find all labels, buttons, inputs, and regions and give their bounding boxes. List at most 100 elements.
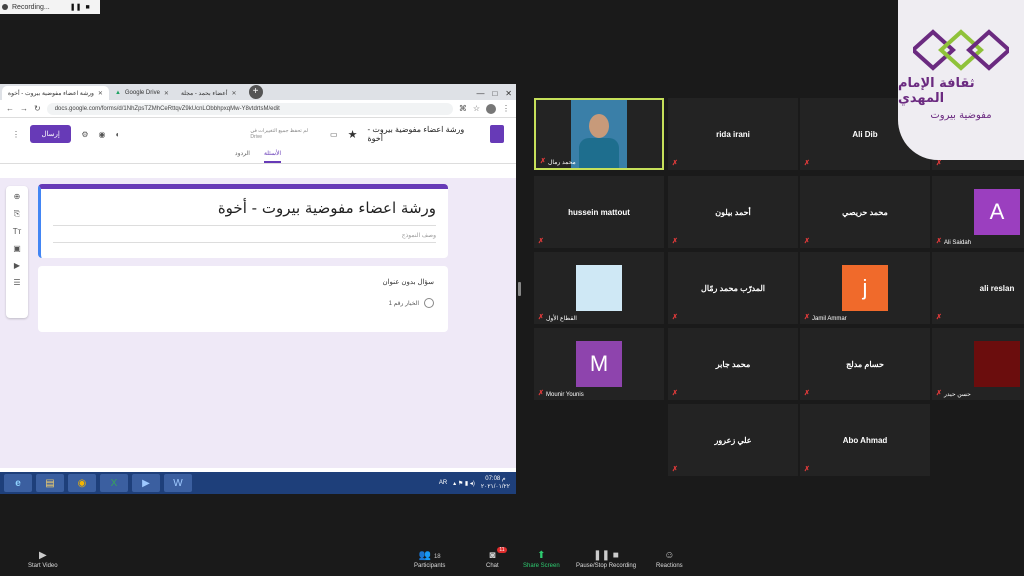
close-window-icon[interactable]: ✕ [505,89,512,98]
participant-avatar: j [842,265,888,311]
participant-name: محمد رمال [548,160,576,166]
import-questions-icon[interactable]: ⎘ [14,209,20,219]
menu-dots-icon[interactable]: ⋮ [502,104,510,113]
reload-icon[interactable]: ↻ [34,104,41,113]
participant-name: hussein mattout [568,207,630,217]
share-screen-button[interactable]: ⬆ Share Screen [523,550,560,569]
participants-button[interactable]: 👥 18 Participants [414,550,445,569]
maximize-icon[interactable]: □ [492,89,497,98]
participant-tile[interactable]: Abo Ahmad ✗ [800,404,930,476]
close-icon[interactable]: ✕ [164,90,169,97]
participant-name: محمد جابر [715,359,751,369]
clock[interactable]: 07:08 م ٢٠٢١/٠١/٢٢ [481,475,510,491]
participant-tile[interactable]: j ✗ Jamil Ammar [800,252,930,324]
close-icon[interactable]: ✕ [232,90,237,97]
form-title-card: ورشة اعضاء مفوضية بيروت - أخوة وصف النمو… [38,184,448,258]
ie-icon[interactable]: e [4,474,32,492]
close-icon[interactable]: ✕ [98,90,103,97]
muted-mic-icon: ✗ [540,158,546,165]
add-image-icon[interactable]: ▣ [13,244,21,253]
participant-avatar: A [974,189,1020,235]
browser-tab[interactable]: ▲ Google Drive ✕ [109,86,175,100]
add-title-icon[interactable]: Tт [13,227,22,236]
participant-tile[interactable]: hussein mattout ✗ [534,176,664,248]
pause-label: Pause/Stop Recording [576,563,637,569]
pause-stop-recording-button[interactable]: ❚❚ ■ Pause/Stop Recording [576,550,636,569]
file-explorer-icon[interactable]: ▤ [36,474,64,492]
add-section-icon[interactable]: ☰ [13,278,20,287]
participant-tile[interactable]: علي زعرور ✗ [668,404,798,476]
question-card: سؤال بدون عنوان الخيار رقم 1 [38,266,448,332]
forward-icon[interactable]: → [20,104,28,113]
form-title[interactable]: ورشة اعضاء مفوضية بيروت - أخوة [53,199,436,226]
start-video-label: Start Video [28,563,58,569]
logo-line-1: ثقافة الإمام المهدي [898,76,975,106]
add-question-icon[interactable]: ⊕ [14,192,21,201]
participant-name: Jamil Ammar [812,316,847,322]
muted-mic-icon: ✗ [936,390,942,397]
stop-recording-icon[interactable]: ■ [85,4,89,11]
google-drive-icon: ▲ [114,90,121,96]
reactions-button[interactable]: ☺ Reactions [656,550,683,569]
participant-tile[interactable]: أحمد بيلون ✗ [668,176,798,248]
participant-tile[interactable]: ✗ حسن حيدر [932,328,1024,400]
zoom-toolbar: ▶ Start Video 👥 18 Participants ◙ 11 Chat… [0,546,1024,576]
bookmark-star-icon[interactable]: ☆ [473,104,480,113]
language-indicator[interactable]: AR [439,480,447,486]
participant-name: Ali Dib [852,129,878,139]
form-doc-title[interactable]: ورشة اعضاء مفوضية بيروت - أخوة [367,125,480,143]
participant-tile[interactable]: A ✗ Ali Saidah [932,176,1024,248]
new-tab-button[interactable]: + [248,85,263,99]
star-icon[interactable]: ★ [348,128,358,141]
add-video-icon[interactable]: ▶ [14,261,20,270]
participant-tile[interactable]: المدرّب محمد رمّال ✗ [668,252,798,324]
clock-date: ٢٠٢١/٠١/٢٢ [480,484,510,490]
tab-responses[interactable]: الردود [235,150,250,163]
reactions-label: Reactions [656,563,683,569]
zoom-app-icon[interactable]: ▶ [132,474,160,492]
participant-tile[interactable]: محمد جابر ✗ [668,328,798,400]
participant-name: Ali Saidah [944,240,972,246]
minimize-icon[interactable]: — [476,89,484,98]
participant-tile[interactable]: rida irani ✗ [668,98,798,170]
google-forms-icon [490,125,504,143]
participant-name: حسام مدلج [846,359,884,369]
participant-tile[interactable]: حسام مدلج ✗ [800,328,930,400]
participant-tile[interactable]: ✗ القطاع الأول [534,252,664,324]
recording-bar: Recording... ❚❚ ■ [0,0,100,14]
radio-icon[interactable] [424,298,434,308]
splitter-handle[interactable] [518,282,521,296]
pause-recording-icon[interactable]: ❚❚ [70,3,82,11]
participant-name: ali reslan [979,283,1015,293]
form-description-field[interactable]: وصف النموذج [53,232,436,243]
back-icon[interactable]: ← [6,104,14,113]
profile-avatar[interactable] [486,103,496,114]
question-title[interactable]: سؤال بدون عنوان [52,278,434,286]
tab-questions[interactable]: الأسئلة [263,150,282,163]
translate-icon[interactable]: ⌘ [459,104,467,113]
chrome-icon[interactable]: ◉ [68,474,96,492]
url-field[interactable]: docs.google.com/forms/d/1NhZpsTZMhCeRttq… [46,102,453,115]
organization-logo: ثقافة الإمام المهدي مفوضية بيروت [898,0,1024,160]
participant-tile[interactable]: محمد حريصي ✗ [800,176,930,248]
preview-eye-icon[interactable]: ◉ [99,130,106,139]
palette-icon[interactable]: ◐ [116,130,121,139]
participant-name: علي زعرور [714,435,752,445]
participant-tile[interactable]: M ✗ Mounir Younis [534,328,664,400]
word-icon[interactable]: W [164,474,192,492]
excel-icon[interactable]: X [100,474,128,492]
settings-gear-icon[interactable]: ⚙ [81,130,88,139]
send-button[interactable]: إرسال [30,125,72,143]
folder-icon[interactable]: ▭ [330,130,338,139]
option-label[interactable]: الخيار رقم 1 [389,300,419,307]
muted-mic-icon: ✗ [936,314,942,321]
recording-label: Recording... [12,3,50,11]
more-options-icon[interactable]: ⋮ [12,130,20,139]
tray-icons[interactable]: ▴ ⚑ ▮ ◂) [453,480,475,487]
participant-tile[interactable]: ali reslan ✗ [932,252,1024,324]
chat-button[interactable]: ◙ 11 Chat [486,547,507,569]
browser-tab[interactable]: أعضاء بحمد - مجلة ✕ [175,86,243,100]
browser-tab[interactable]: ورشة اعضاء مفوضية بيروت - أخوة ✕ [2,86,109,100]
participant-tile[interactable]: ✗ محمد رمال [534,98,664,170]
start-video-button[interactable]: ▶ Start Video [28,550,58,569]
